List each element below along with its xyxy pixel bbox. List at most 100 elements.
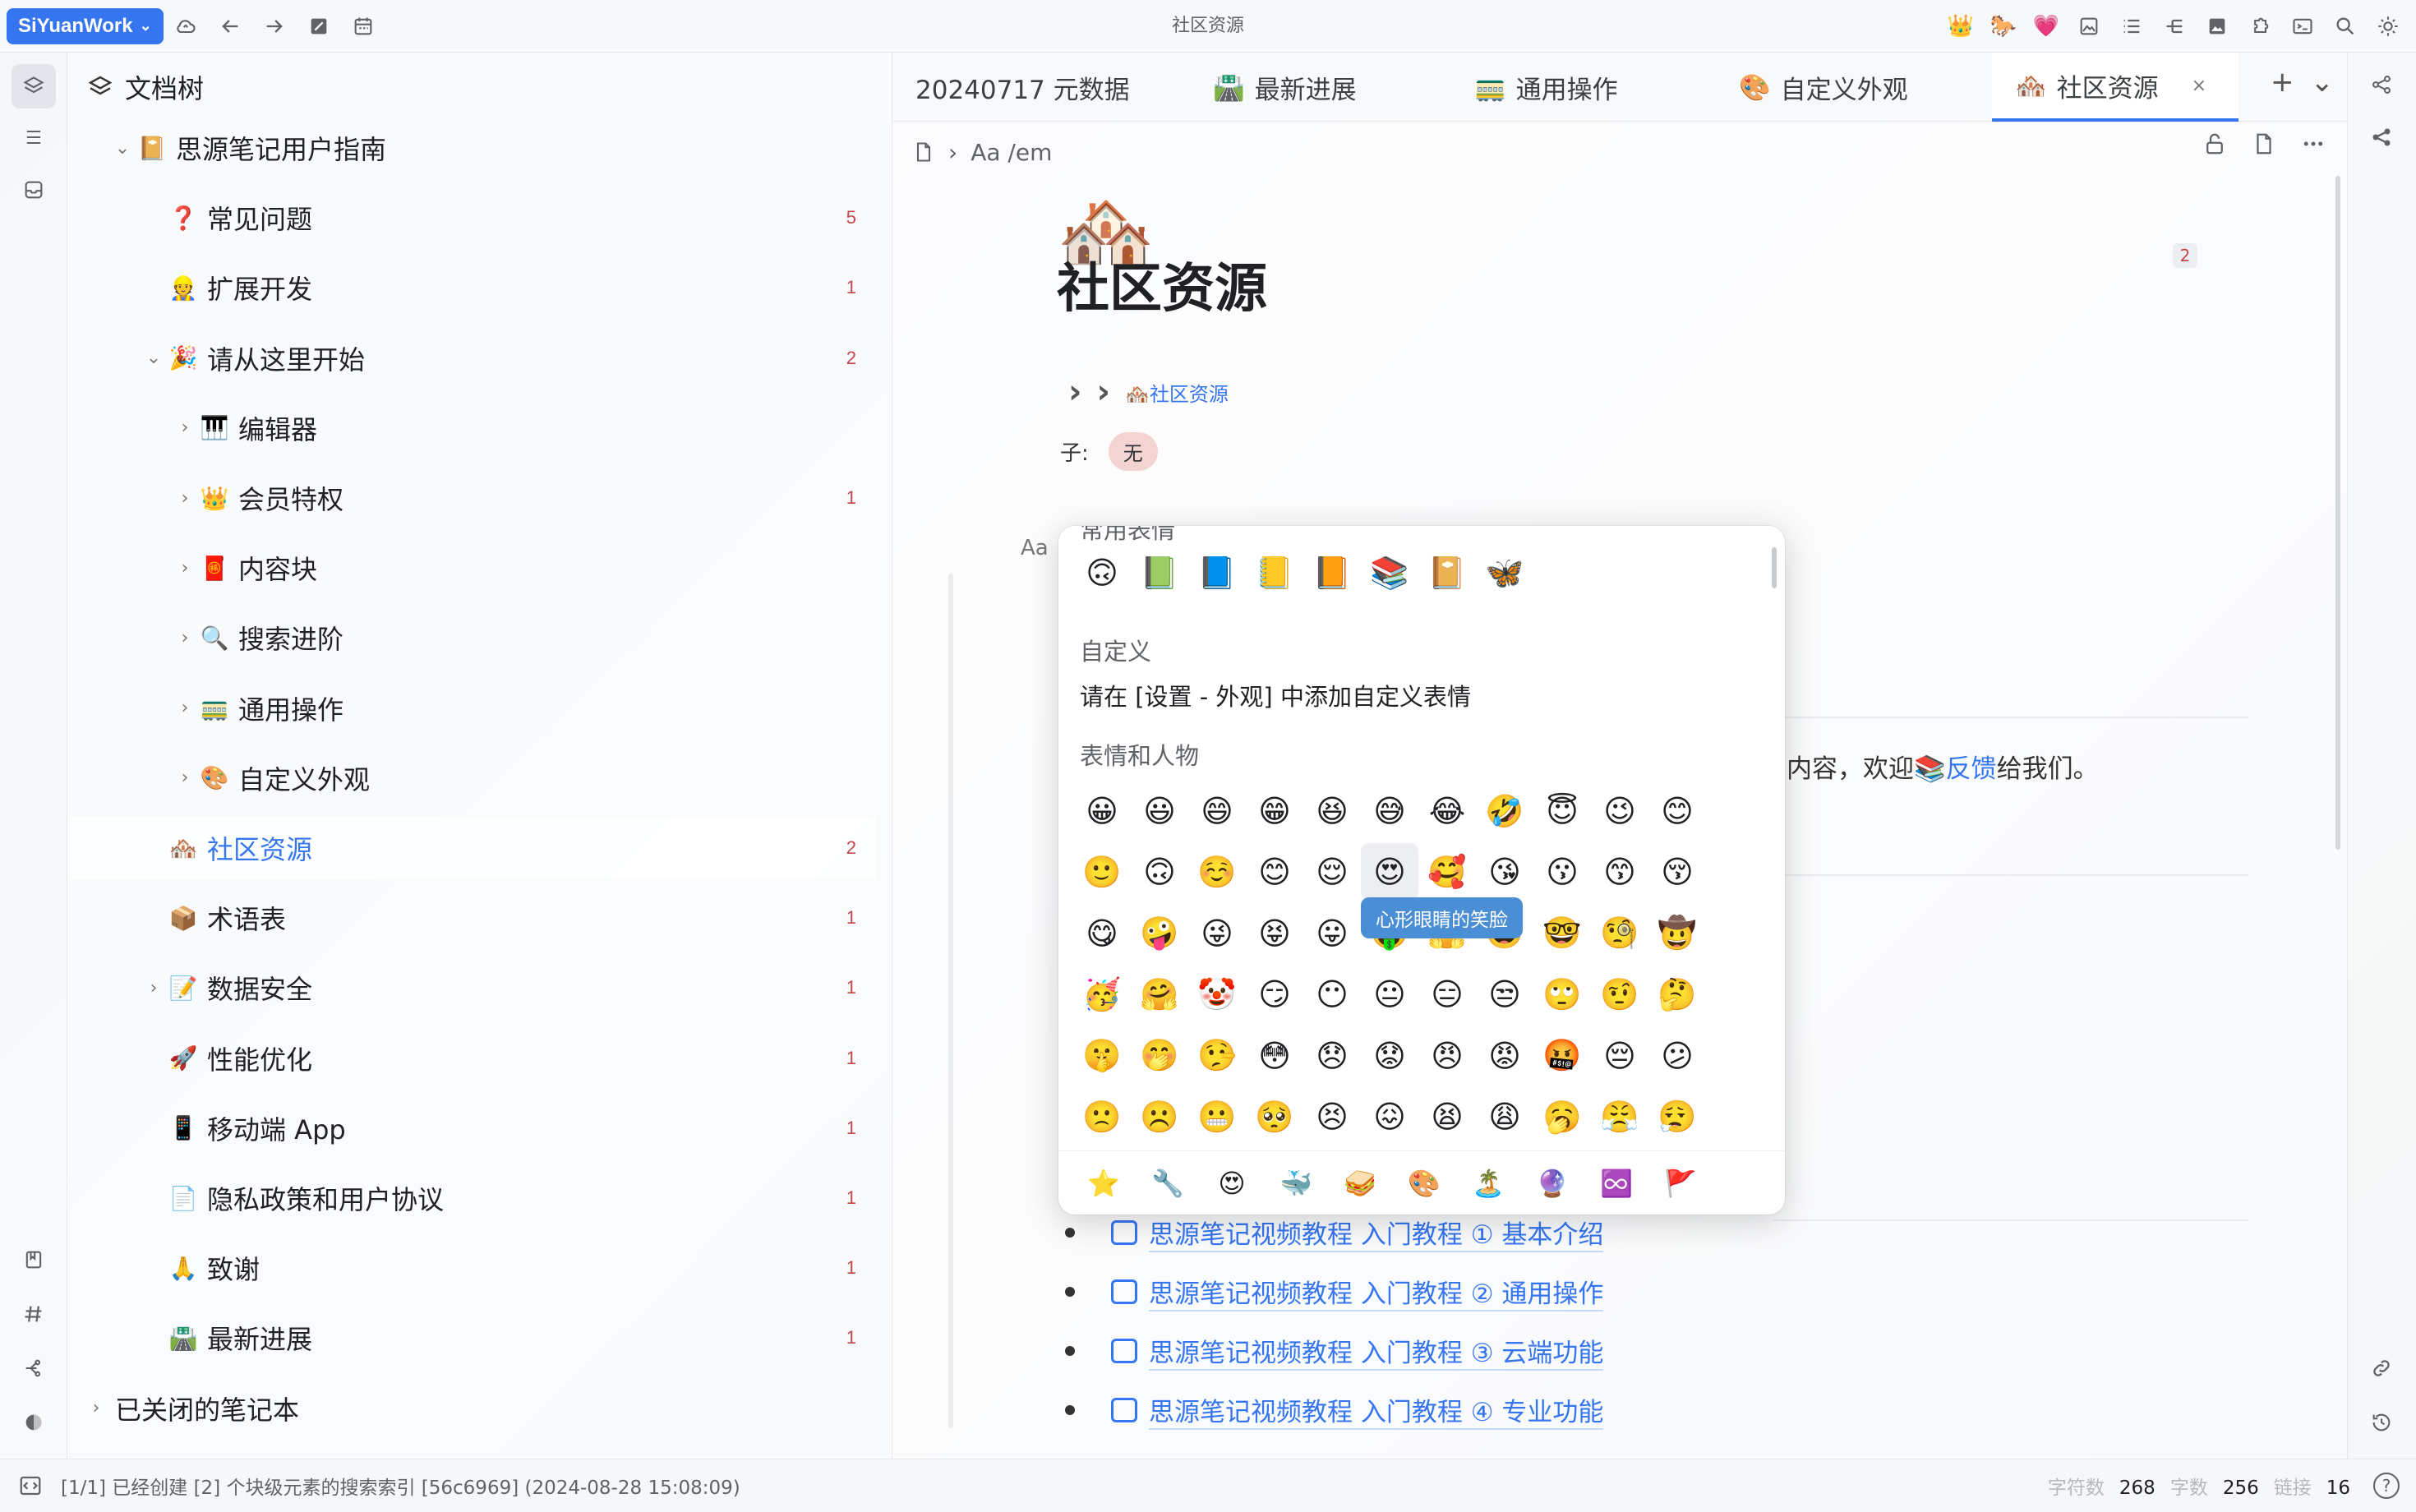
new-tab-button[interactable]: + <box>2271 66 2294 99</box>
chevron-right-icon[interactable]: › <box>141 978 166 998</box>
emoji-button[interactable]: 😫 <box>1418 1088 1476 1146</box>
sun-icon[interactable] <box>2367 4 2409 48</box>
emoji-button[interactable]: 🤪 <box>1131 905 1188 962</box>
emoji-button[interactable]: 📚 <box>1361 544 1418 602</box>
chevron-right-icon[interactable]: › <box>173 768 197 788</box>
emoji-category-tab[interactable]: ♾️ <box>1584 1159 1648 1208</box>
emoji-button[interactable]: ☹️ <box>1131 1088 1188 1146</box>
emoji-button[interactable]: 🤔 <box>1648 966 1706 1023</box>
document-icon[interactable] <box>912 141 935 164</box>
emoji-button[interactable]: 😕 <box>1648 1027 1706 1085</box>
emoji-category-tab[interactable]: 🏝️ <box>1456 1159 1520 1208</box>
emoji-button[interactable]: 🦋 <box>1476 544 1533 602</box>
emoji-button[interactable]: 😝 <box>1246 905 1303 962</box>
backlink-count-badge[interactable]: 2 <box>2173 243 2197 268</box>
emoji-button[interactable]: 😚 <box>1648 843 1706 901</box>
emoji-button[interactable]: 🤡 <box>1188 966 1246 1023</box>
chevron-right-icon[interactable]: › <box>84 1398 108 1418</box>
tree-item[interactable]: ❓ 常见问题 5 <box>67 186 876 250</box>
tree-item[interactable]: 🙏 致谢 1 <box>67 1236 876 1300</box>
emoji-button[interactable]: 😏 <box>1246 966 1303 1023</box>
tree-item[interactable]: 📄 隐私政策和用户协议 1 <box>67 1166 876 1230</box>
emoji-button[interactable]: 📒 <box>1246 544 1303 602</box>
emoji-button[interactable]: 📔 <box>1418 544 1476 602</box>
chevron-right-icon[interactable]: › <box>173 417 197 438</box>
graph-view-icon[interactable] <box>2359 62 2404 107</box>
emoji-button[interactable]: 😡 <box>1476 1027 1533 1085</box>
editor-scrollbar[interactable] <box>2335 176 2340 850</box>
more-icon[interactable] <box>2301 131 2326 156</box>
emoji-button[interactable]: 🙃 <box>1073 544 1131 602</box>
emoji-category-tab[interactable]: 🥪 <box>1328 1159 1392 1208</box>
emoji-button[interactable]: 😊 <box>1648 782 1706 840</box>
emoji-button[interactable]: 🙁 <box>1073 1088 1131 1146</box>
emoji-category-tab[interactable]: 🔧 <box>1136 1159 1200 1208</box>
emoji-button[interactable]: 🤬 <box>1533 1027 1591 1085</box>
feedback-link[interactable]: 反馈 <box>1946 754 1997 784</box>
emoji-button[interactable]: 😳 <box>1246 1027 1303 1085</box>
global-graph-icon[interactable] <box>2359 115 2404 159</box>
tab[interactable]: 20240717 元数据 <box>892 53 1190 122</box>
emoji-button[interactable]: 📗 <box>1131 544 1188 602</box>
emoji-button[interactable]: 😃 <box>1131 782 1188 840</box>
tab[interactable]: 🛣️ 最新进展 <box>1190 53 1451 122</box>
emoji-button[interactable]: 📘 <box>1188 544 1246 602</box>
emoji-button[interactable]: 😶 <box>1303 966 1361 1023</box>
emoji-button[interactable]: 😆 <box>1303 782 1361 840</box>
emoji-button[interactable]: 🤣 <box>1476 782 1533 840</box>
chevron-right-icon[interactable]: › <box>173 698 197 718</box>
emoji-button[interactable]: 😜 <box>1188 905 1246 962</box>
chevron-right-icon[interactable]: › <box>173 558 197 579</box>
emoji-button[interactable]: 😞 <box>1303 1027 1361 1085</box>
emoji-button[interactable]: 🧐 <box>1591 905 1648 962</box>
video-link[interactable]: 思源笔记视频教程 入门教程 ② 通用操作 <box>1149 1273 1604 1311</box>
video-link[interactable]: 思源笔记视频教程 入门教程 ④ 专业功能 <box>1149 1391 1604 1430</box>
emoji-button[interactable]: 😗 <box>1533 843 1591 901</box>
tree-item[interactable]: 🏘️ 社区资源 2 <box>67 816 876 880</box>
emoji-button[interactable]: ☺️ <box>1188 843 1246 901</box>
emoji-button[interactable]: 😊 <box>1246 843 1303 901</box>
emoji-button[interactable]: 🙂 <box>1073 843 1131 901</box>
daily-note-icon[interactable] <box>297 4 341 48</box>
close-icon[interactable]: × <box>2192 76 2206 96</box>
emoji-button[interactable]: 🥰 <box>1418 843 1476 901</box>
image-icon[interactable] <box>2068 4 2110 48</box>
emoji-button[interactable]: 📙 <box>1303 544 1361 602</box>
emoji-button[interactable]: 😣 <box>1303 1088 1361 1146</box>
emoji-button[interactable]: 😮‍💨 <box>1648 1088 1706 1146</box>
emoji-button[interactable]: 😛 <box>1303 905 1361 962</box>
emoji-button[interactable]: 😙 <box>1591 843 1648 901</box>
inbox-dock-icon[interactable] <box>12 168 56 212</box>
tree-item[interactable]: ⌄ 📔 思源笔记用户指南 <box>67 116 876 180</box>
emoji-button[interactable]: 🥱 <box>1533 1088 1591 1146</box>
emoji-button[interactable]: 😠 <box>1418 1027 1476 1085</box>
emoji-button[interactable]: 🤨 <box>1591 966 1648 1023</box>
dock-toggle-icon[interactable] <box>18 1473 43 1498</box>
chevron-down-icon[interactable]: ⌄ <box>110 138 135 159</box>
skin-icon[interactable]: 🐎 <box>1982 4 2025 48</box>
tree-item[interactable]: 📦 术语表 1 <box>67 886 876 950</box>
tree-item[interactable]: › 已关闭的笔记本 <box>67 1376 876 1441</box>
emoji-button[interactable]: 😀 <box>1073 782 1131 840</box>
children-value-pill[interactable]: 无 <box>1108 432 1158 471</box>
path-link[interactable]: 🏘️社区资源 <box>1125 378 1229 407</box>
search-icon[interactable] <box>2324 4 2367 48</box>
outline-icon[interactable] <box>2153 4 2196 48</box>
emoji-button[interactable]: 😍 <box>1361 843 1418 901</box>
emoji-category-tab[interactable]: 🎨 <box>1392 1159 1456 1208</box>
emoji-category-tab[interactable]: 🚩 <box>1648 1159 1713 1208</box>
emoji-button[interactable]: 😁 <box>1246 782 1303 840</box>
chevron-right-icon[interactable]: › <box>173 488 197 509</box>
tree-item[interactable]: 👷 扩展开发 1 <box>67 256 876 320</box>
emoji-button[interactable]: 🥳 <box>1073 966 1131 1023</box>
sync-cloud-icon[interactable] <box>164 4 208 48</box>
emoji-category-tab[interactable]: 😍 <box>1200 1159 1264 1208</box>
file-tree-dock-icon[interactable] <box>12 64 56 108</box>
emoji-button[interactable]: 🙄 <box>1533 966 1591 1023</box>
video-link[interactable]: 思源笔记视频教程 入门教程 ③ 云端功能 <box>1149 1332 1604 1371</box>
emoji-button[interactable]: 😩 <box>1476 1088 1533 1146</box>
emoji-button[interactable]: 🤠 <box>1648 905 1706 962</box>
tree-item[interactable]: › 🎹 编辑器 <box>67 396 876 460</box>
tree-item[interactable]: › 📝 数据安全 1 <box>67 956 876 1020</box>
emoji-button[interactable]: 😔 <box>1591 1027 1648 1085</box>
